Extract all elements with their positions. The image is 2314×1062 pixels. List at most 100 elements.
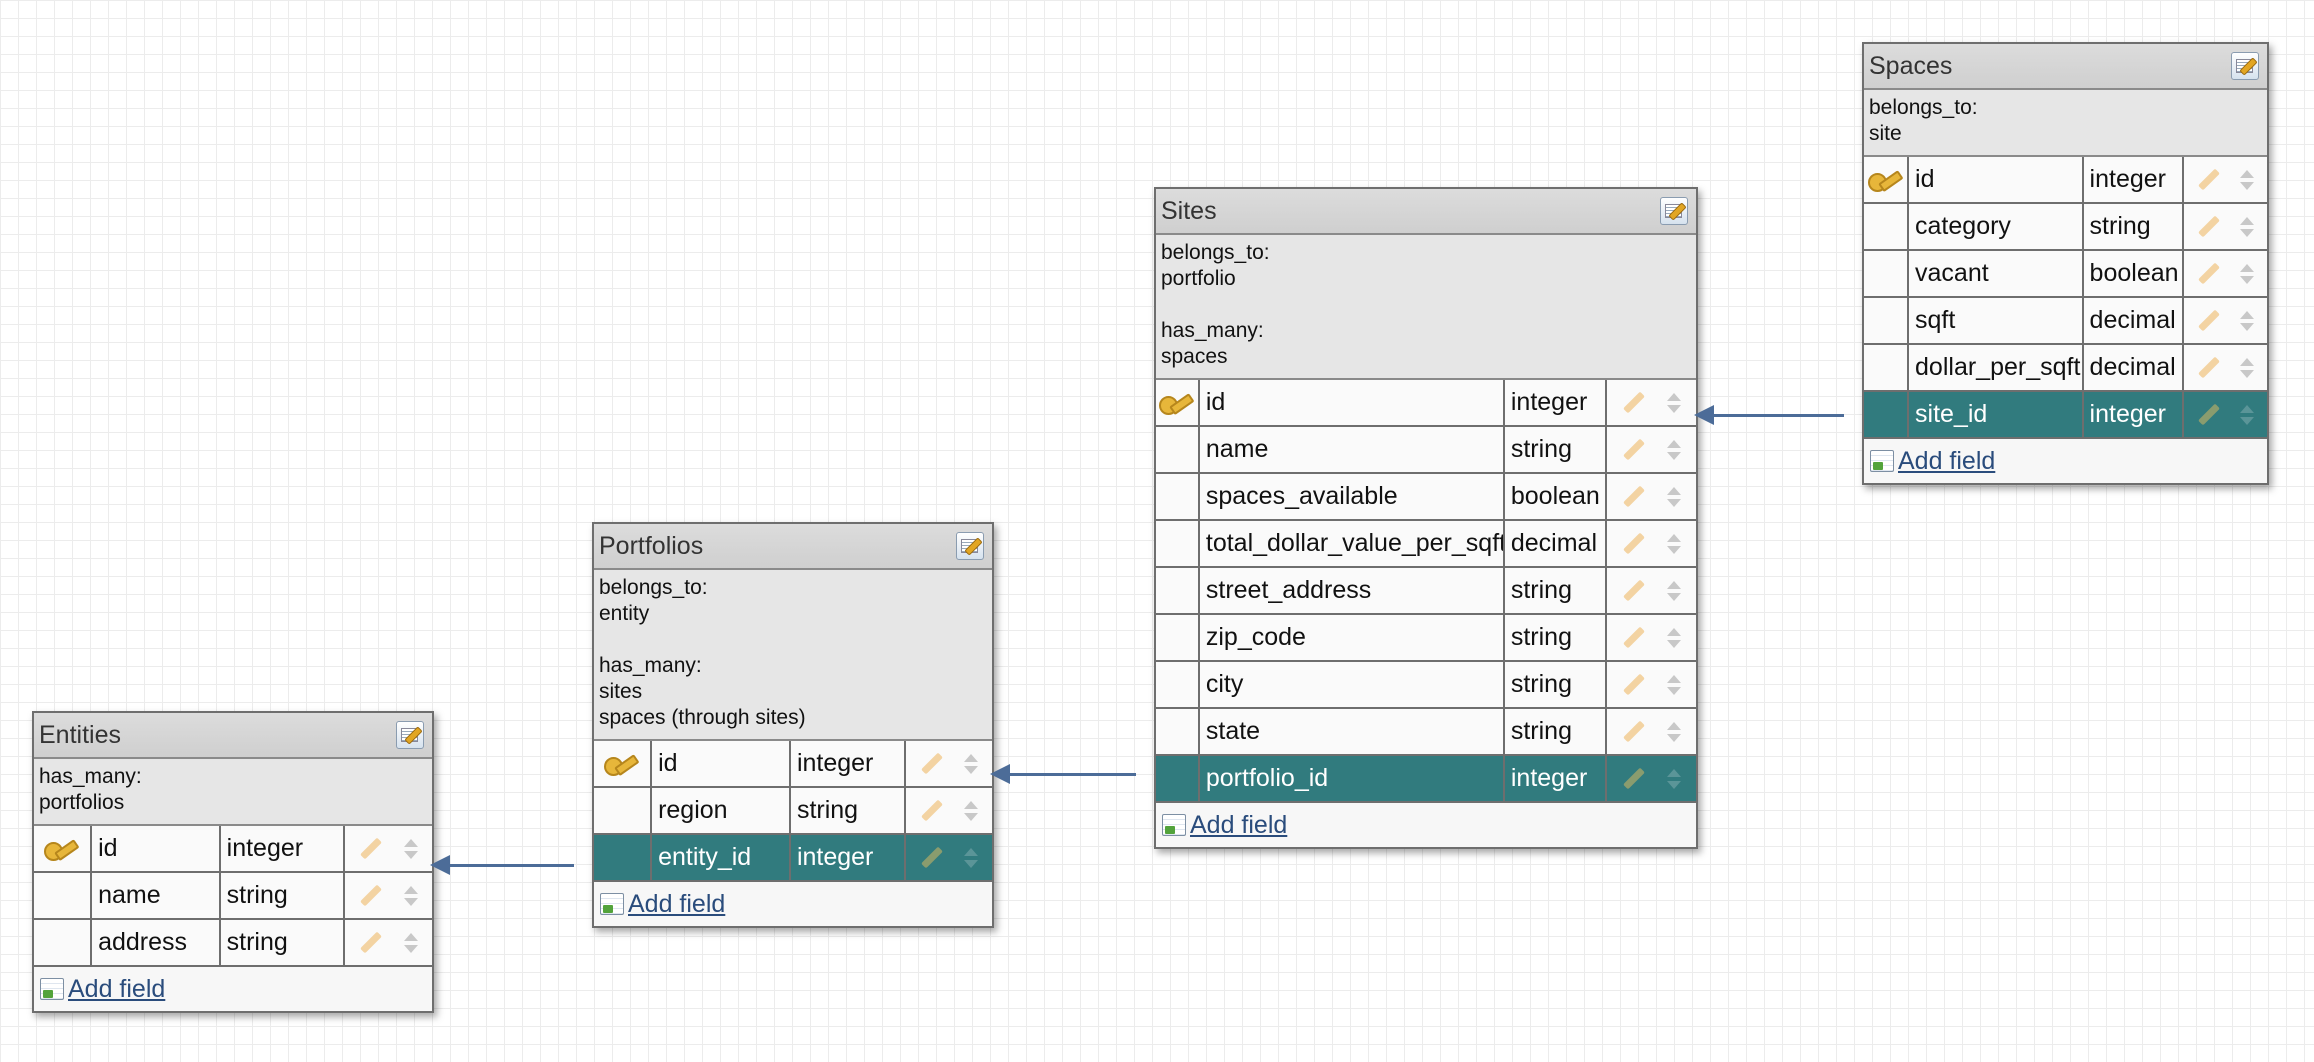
reorder-field-icon[interactable] (2239, 263, 2254, 284)
move-down-icon[interactable] (2239, 181, 2254, 190)
move-down-icon[interactable] (2239, 322, 2254, 331)
field-type[interactable]: string (221, 920, 345, 965)
reorder-field-icon[interactable] (1667, 533, 1682, 554)
field-name[interactable]: id (652, 741, 791, 786)
reorder-field-icon[interactable] (964, 800, 979, 821)
table-portfolios[interactable]: Portfolios belongs_to: entity has_many: sit… (592, 522, 994, 928)
edit-field-pencil-icon[interactable] (1622, 438, 1645, 461)
reorder-field-icon[interactable] (1667, 392, 1682, 413)
add-field-icon[interactable] (600, 893, 624, 915)
field-row[interactable]: id integer (1156, 380, 1696, 427)
reorder-field-icon[interactable] (403, 885, 418, 906)
move-down-icon[interactable] (1667, 639, 1682, 648)
table-entities[interactable]: Entities has_many: portfolios id integer na… (32, 711, 434, 1013)
field-type[interactable]: integer (791, 741, 907, 786)
move-down-icon[interactable] (1667, 733, 1682, 742)
add-field-link[interactable]: Add field (1898, 447, 1995, 476)
field-name[interactable]: entity_id (652, 835, 791, 880)
field-row[interactable]: address string (34, 920, 432, 967)
edit-field-pencil-icon[interactable] (1622, 391, 1645, 414)
move-up-icon[interactable] (2239, 357, 2254, 366)
field-type[interactable]: string (791, 788, 907, 833)
reorder-field-icon[interactable] (1667, 439, 1682, 460)
move-down-icon[interactable] (403, 944, 418, 953)
reorder-field-icon[interactable] (2239, 169, 2254, 190)
field-type[interactable]: string (1505, 662, 1608, 707)
field-name[interactable]: street_address (1200, 568, 1505, 613)
move-up-icon[interactable] (964, 800, 979, 809)
edit-field-pencil-icon[interactable] (2198, 262, 2221, 285)
move-up-icon[interactable] (2239, 404, 2254, 413)
reorder-field-icon[interactable] (2239, 357, 2254, 378)
field-row[interactable]: id integer (1864, 157, 2267, 204)
reorder-field-icon[interactable] (2239, 404, 2254, 425)
field-name[interactable]: sqft (1909, 298, 2084, 343)
reorder-field-icon[interactable] (1667, 721, 1682, 742)
field-type[interactable]: boolean (2084, 251, 2185, 296)
field-row[interactable]: zip_code string (1156, 615, 1696, 662)
field-type[interactable]: integer (221, 826, 345, 871)
reorder-field-icon[interactable] (964, 847, 979, 868)
field-row[interactable]: vacant boolean (1864, 251, 2267, 298)
move-down-icon[interactable] (1667, 592, 1682, 601)
edit-table-icon[interactable] (2231, 52, 2259, 80)
add-field-link[interactable]: Add field (1190, 811, 1287, 840)
move-down-icon[interactable] (2239, 228, 2254, 237)
field-row[interactable]: dollar_per_sqft decimal (1864, 345, 2267, 392)
field-name[interactable]: site_id (1909, 392, 2084, 437)
field-row[interactable]: category string (1864, 204, 2267, 251)
move-down-icon[interactable] (1667, 686, 1682, 695)
edit-field-pencil-icon[interactable] (1622, 767, 1645, 790)
field-type[interactable]: decimal (2084, 345, 2185, 390)
field-row[interactable]: name string (1156, 427, 1696, 474)
move-down-icon[interactable] (1667, 545, 1682, 554)
move-down-icon[interactable] (964, 765, 979, 774)
edit-field-pencil-icon[interactable] (1622, 579, 1645, 602)
edit-field-pencil-icon[interactable] (1622, 485, 1645, 508)
move-up-icon[interactable] (2239, 169, 2254, 178)
field-name[interactable]: city (1200, 662, 1505, 707)
edit-field-pencil-icon[interactable] (1622, 673, 1645, 696)
add-field-link[interactable]: Add field (68, 975, 165, 1004)
move-up-icon[interactable] (2239, 263, 2254, 272)
edit-table-icon[interactable] (1660, 197, 1688, 225)
move-up-icon[interactable] (2239, 310, 2254, 319)
move-up-icon[interactable] (1667, 627, 1682, 636)
table-header[interactable]: Sites (1156, 189, 1696, 235)
foreign-key-field-row[interactable]: portfolio_id integer (1156, 756, 1696, 803)
move-down-icon[interactable] (964, 812, 979, 821)
table-sites[interactable]: Sites belongs_to: portfolio has_many: space… (1154, 187, 1698, 849)
move-up-icon[interactable] (1667, 768, 1682, 777)
field-type[interactable]: boolean (1505, 474, 1608, 519)
field-type[interactable]: integer (2084, 392, 2185, 437)
move-up-icon[interactable] (2239, 216, 2254, 225)
field-row[interactable]: id integer (594, 741, 992, 788)
reorder-field-icon[interactable] (1667, 627, 1682, 648)
field-row[interactable]: city string (1156, 662, 1696, 709)
edit-field-pencil-icon[interactable] (359, 837, 382, 860)
field-name[interactable]: id (1200, 380, 1505, 425)
reorder-field-icon[interactable] (1667, 768, 1682, 789)
edit-field-pencil-icon[interactable] (2198, 168, 2221, 191)
field-row[interactable]: spaces_available boolean (1156, 474, 1696, 521)
edit-field-pencil-icon[interactable] (2198, 356, 2221, 379)
move-down-icon[interactable] (2239, 416, 2254, 425)
field-name[interactable]: total_dollar_value_per_sqft (1200, 521, 1505, 566)
reorder-field-icon[interactable] (1667, 486, 1682, 507)
field-type[interactable]: string (221, 873, 345, 918)
field-name[interactable]: zip_code (1200, 615, 1505, 660)
field-name[interactable]: address (92, 920, 221, 965)
field-type[interactable]: string (1505, 427, 1608, 472)
table-header[interactable]: Spaces (1864, 44, 2267, 90)
field-type[interactable]: string (1505, 709, 1608, 754)
table-header[interactable]: Entities (34, 713, 432, 759)
move-down-icon[interactable] (2239, 275, 2254, 284)
edit-field-pencil-icon[interactable] (1622, 626, 1645, 649)
move-down-icon[interactable] (2239, 369, 2254, 378)
field-row[interactable]: sqft decimal (1864, 298, 2267, 345)
edit-table-icon[interactable] (956, 532, 984, 560)
field-name[interactable]: portfolio_id (1200, 756, 1505, 801)
reorder-field-icon[interactable] (964, 753, 979, 774)
move-up-icon[interactable] (403, 885, 418, 894)
move-down-icon[interactable] (1667, 404, 1682, 413)
